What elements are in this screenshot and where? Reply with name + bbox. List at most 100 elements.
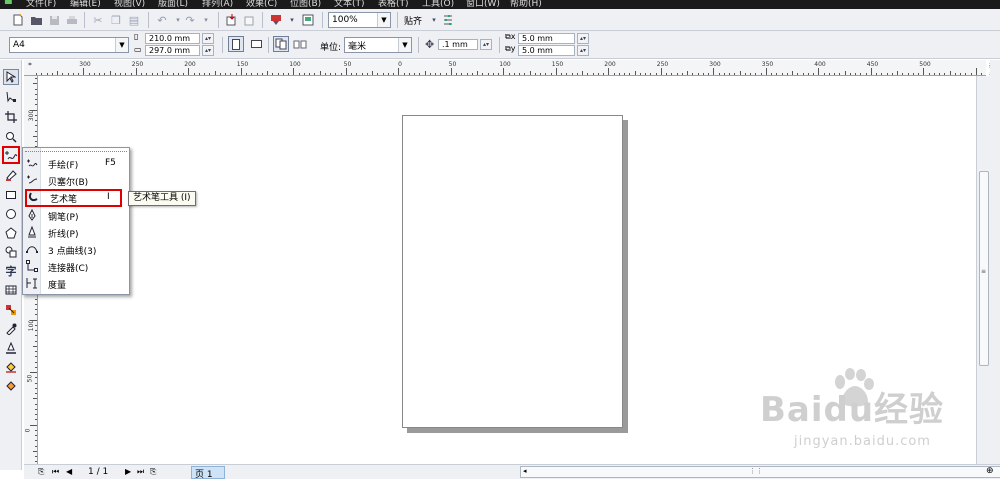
flyout-item-bezier[interactable]: 贝塞尔(B) [23,172,129,189]
ruler-h-tick [765,68,767,75]
current-page-icon[interactable] [292,36,308,52]
dup-y-spinner-icon[interactable]: ▴▾ [577,45,589,56]
ruler-h-tick [750,73,751,75]
ruler-origin-icon[interactable]: ⌗ [28,61,31,69]
height-spinner-icon[interactable]: ▴▾ [202,45,214,56]
ruler-h-tick [450,68,452,75]
portrait-icon[interactable] [228,36,244,52]
duplicate-x-field[interactable]: 5.0 mm [518,33,575,44]
flyout-item-freehand[interactable]: 手绘(F) F5 [23,155,129,172]
horizontal-scrollbar[interactable]: ◂ ⋮⋮ ▸ [520,466,1000,478]
welcome-screen-icon[interactable] [300,12,316,28]
page-height-field[interactable]: 297.0 mm [145,45,200,56]
flyout-grip[interactable] [25,151,127,153]
table-tool-icon[interactable] [3,282,19,298]
redo-icon[interactable]: ↷ [182,12,198,28]
ruler-v-tick [35,335,37,337]
undo-icon[interactable]: ↶ [154,12,170,28]
menu-view[interactable]: 视图(V) [114,0,145,9]
curve-tool-icon[interactable] [2,146,20,164]
pick-tool-icon[interactable] [3,69,19,85]
ruler-h-tick [508,73,510,75]
open-folder-icon[interactable] [28,12,44,28]
fill-tool-icon[interactable] [3,359,19,375]
landscape-icon[interactable] [248,36,264,52]
polygon-tool-icon[interactable] [3,225,19,241]
basic-shapes-tool-icon[interactable] [3,244,19,260]
width-spinner-icon[interactable]: ▴▾ [202,33,214,44]
nudge-spinner-icon[interactable]: ▴▾ [480,39,492,50]
eyedropper-tool-icon[interactable] [3,321,19,337]
ruler-h-tick [540,73,541,75]
ruler-v-tick [35,309,37,310]
first-page-icon[interactable]: ⏮ [52,467,59,477]
text-tool-icon[interactable]: 字 [3,263,19,279]
horizontal-ruler[interactable]: ⌗ 毫米 30025020015010050050100150200250300… [24,60,995,79]
flyout-item-polyline[interactable]: 折线(P) [23,224,129,241]
document-page[interactable] [402,115,623,428]
menu-text[interactable]: 文本(T) [334,0,365,9]
interactive-fill-tool-icon[interactable] [3,378,19,394]
menu-window[interactable]: 窗口(W) [466,0,500,9]
shape-tool-icon[interactable] [3,89,19,105]
print-icon[interactable] [64,12,80,28]
smart-fill-tool-icon[interactable] [3,167,19,183]
flyout-item-three-point-curve[interactable]: 3 点曲线(3) [23,241,129,258]
zoom-level-select[interactable]: 100% ▼ [328,12,391,28]
menu-effects[interactable]: 效果(C) [246,0,277,9]
menu-arrange[interactable]: 排列(A) [202,0,233,9]
scroll-left-icon[interactable]: ◂ [523,467,527,475]
menu-bitmaps[interactable]: 位图(B) [290,0,321,9]
navigator-icon[interactable]: ⊕ [986,466,994,476]
flyout-item-pen[interactable]: 钢笔(P) [23,207,129,224]
cut-icon[interactable]: ✂ [90,12,106,28]
menu-layout[interactable]: 版面(L) [158,0,188,9]
next-page-icon[interactable]: ▶ [125,467,131,476]
outline-tool-icon[interactable] [3,340,19,356]
ruler-h-tick [708,73,709,75]
ruler-h-tick [288,73,289,75]
options-icon[interactable] [440,12,456,28]
ruler-h-tick [282,73,284,75]
blend-tool-icon[interactable] [3,302,19,318]
ruler-h-label: 300 [709,61,721,68]
duplicate-y-field[interactable]: 5.0 mm [518,45,575,56]
all-pages-icon[interactable] [273,36,289,52]
page-size-select[interactable]: A4 ▼ [9,37,129,53]
application-launcher-icon[interactable] [268,12,284,28]
insert-page-before-icon[interactable]: ⎘ [38,467,44,477]
export-icon[interactable] [242,12,258,28]
ruler-v-tick [35,340,37,342]
menu-table[interactable]: 表格(T) [378,0,409,9]
crop-tool-icon[interactable] [3,109,19,125]
redo-dropdown-icon[interactable]: ▾ [198,12,214,28]
new-document-icon[interactable] [10,12,26,28]
page-tab[interactable]: 页 1 [191,466,225,479]
menu-edit[interactable]: 编辑(E) [70,0,101,9]
zoom-tool-icon[interactable] [3,129,19,145]
units-select[interactable]: 毫米 ▼ [344,37,412,53]
copy-icon[interactable]: ❐ [108,12,124,28]
insert-page-after-icon[interactable]: ⎘ [150,467,156,477]
last-page-icon[interactable]: ⏭ [137,467,144,477]
flyout-item-artistic-media[interactable]: 艺术笔 I [25,189,122,207]
menu-tools[interactable]: 工具(O) [422,0,454,9]
dup-x-spinner-icon[interactable]: ▴▾ [577,33,589,44]
menu-file[interactable]: 文件(F) [26,0,56,9]
launcher-dropdown-icon[interactable]: ▾ [284,12,300,28]
previous-page-icon[interactable]: ◀ [66,467,72,476]
paste-icon[interactable]: ▤ [126,12,142,28]
import-icon[interactable] [224,12,240,28]
menu-help[interactable]: 帮助(H) [510,0,542,9]
ruler-v-tick [35,461,37,463]
rectangle-tool-icon[interactable] [3,187,19,203]
flyout-item-dimension[interactable]: 度量 [23,275,129,292]
ellipse-tool-icon[interactable] [3,206,19,222]
flyout-item-connector[interactable]: 连接器(C) [23,258,129,275]
nudge-distance-field[interactable]: .1 mm [438,39,478,50]
page-width-field[interactable]: 210.0 mm [145,33,200,44]
ruler-h-tick [503,68,505,75]
save-icon[interactable] [46,12,62,28]
ruler-h-tick [156,73,158,75]
snap-to-label[interactable]: 贴齐 [404,14,422,27]
